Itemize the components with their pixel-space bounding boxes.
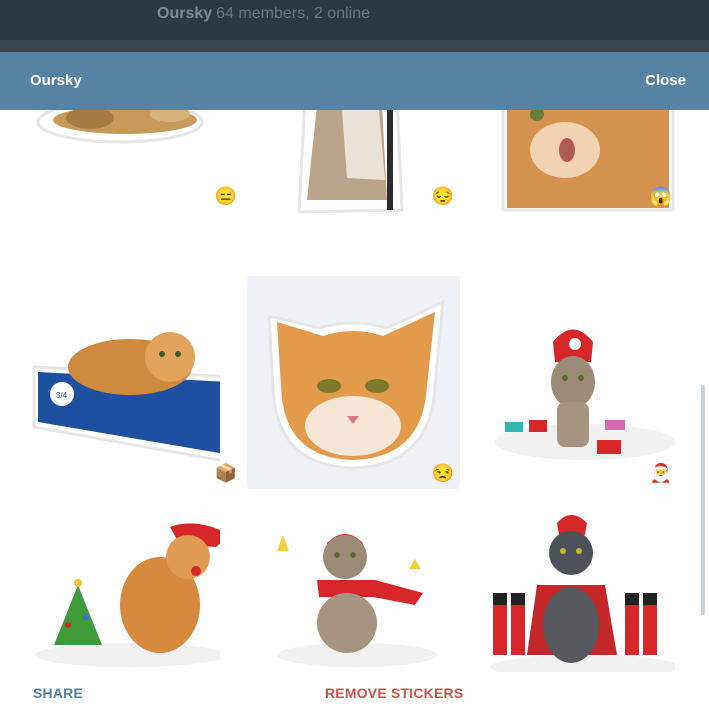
sticker-item[interactable]: 😑 <box>20 110 237 260</box>
cat-toy-soldiers-sticker <box>490 515 675 679</box>
cat-closeup-sticker <box>501 110 675 212</box>
sticker-item[interactable]: 🎅 <box>475 505 675 682</box>
share-button[interactable]: SHARE <box>33 685 83 701</box>
cat-leaning-sticker <box>297 110 404 214</box>
cat-lying-sticker <box>36 110 204 144</box>
sticker-item-selected[interactable]: 😒 <box>247 276 460 489</box>
sticker-grid: 😑 😔 😱 3/4 📦 😒 🎅 <box>0 110 700 682</box>
background-chat-subtitle: 64 members, 2 online <box>216 5 370 22</box>
cat-face-sticker <box>267 299 445 470</box>
sticker-emoji: 😱 <box>649 186 673 206</box>
cat-santa-hat-socks-sticker <box>495 329 675 460</box>
close-button[interactable]: Close <box>645 72 686 89</box>
sticker-emoji: 😒 <box>431 463 455 483</box>
cat-red-scarf-sticker <box>277 534 437 667</box>
scroll-thumb[interactable] <box>701 385 705 615</box>
sticker-item[interactable]: 😔 <box>247 110 454 260</box>
sticker-emoji: 🎅 <box>649 463 673 483</box>
modal-header: Oursky Close <box>0 52 709 110</box>
sticker-item[interactable]: 🎅 <box>20 505 220 682</box>
sticker-item[interactable]: 😱 <box>475 110 675 260</box>
sticker-item[interactable]: 🎅 <box>475 272 675 482</box>
background-chat-header: Oursky 64 members, 2 online <box>0 0 709 40</box>
cat-christmas-tree-sticker <box>35 523 220 667</box>
sticker-emoji: 😑 <box>214 186 238 206</box>
background-chat-title: Oursky 64 members, 2 online <box>157 5 370 22</box>
svg-text:3/4: 3/4 <box>56 391 68 400</box>
modal-title: Oursky <box>30 72 82 89</box>
background-strip <box>0 40 709 52</box>
sticker-set-modal: Oursky Close 😑 😔 😱 3/4 📦 😒 🎅 SHARE REMOV… <box>0 52 709 720</box>
modal-footer: SHARE REMOVE STICKERS <box>0 672 709 720</box>
cat-in-box-sticker: 3/4 <box>32 332 220 462</box>
sticker-item[interactable]: 🎅 <box>247 505 447 682</box>
sticker-item[interactable]: 3/4 📦 <box>20 272 237 482</box>
scrollbar[interactable] <box>700 110 706 660</box>
sticker-emoji: 📦 <box>214 463 238 483</box>
remove-stickers-button[interactable]: REMOVE STICKERS <box>325 685 463 701</box>
sticker-emoji: 😔 <box>431 186 455 206</box>
